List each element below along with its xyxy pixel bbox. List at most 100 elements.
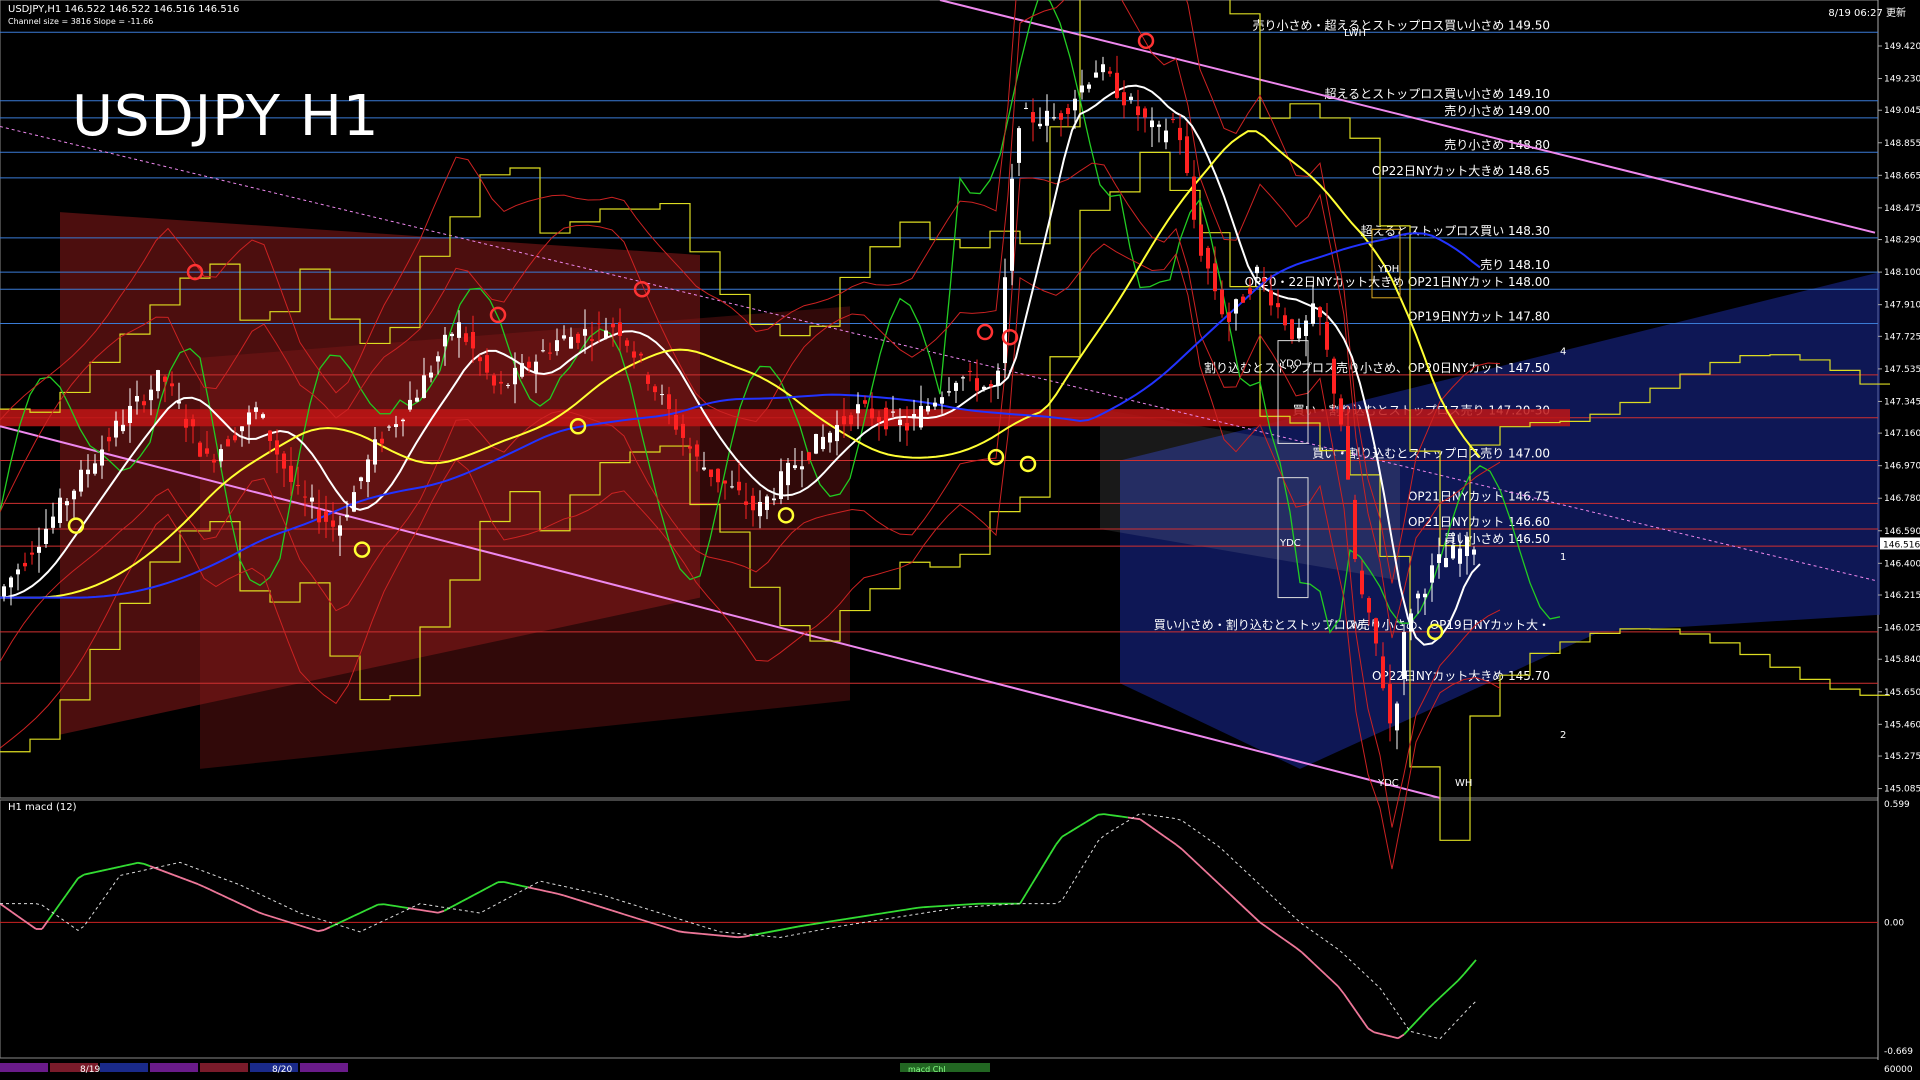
candle-body	[863, 400, 867, 404]
axis-label: 147.910	[1884, 301, 1920, 311]
candle-body	[1416, 593, 1420, 599]
candle-body	[1052, 117, 1056, 119]
candle-body	[800, 466, 804, 470]
candle-body	[1010, 178, 1014, 271]
candle-body	[1339, 398, 1343, 425]
ydc-label: YDC	[1279, 538, 1301, 549]
macd-line-segment	[839, 918, 847, 921]
macd-line-segment	[503, 881, 511, 885]
candle-body	[1283, 315, 1287, 326]
macd-line-segment	[809, 922, 817, 926]
macd-line-segment	[395, 905, 403, 908]
axis-label: 146.025	[1884, 624, 1920, 634]
level-label: OP21日NYカット 146.60	[1408, 515, 1550, 529]
price-chart[interactable]: 売り小さめ・超えるとストップロス買い小さめ 149.50 超えるとストップロス買い…	[0, 0, 1920, 1080]
candle-body	[401, 419, 405, 422]
macd-line-segment	[881, 911, 889, 915]
macd-line-segment	[815, 921, 823, 925]
update-timestamp: 8/19 06:27 更新	[1828, 8, 1906, 19]
candle-body	[1220, 289, 1224, 315]
axis-label: 146.970	[1884, 462, 1920, 472]
candle-body	[870, 408, 874, 419]
candle-body	[828, 432, 832, 443]
macd-line-segment	[701, 932, 709, 936]
current-price-label: 146.516	[1883, 540, 1920, 550]
candle-body	[1437, 554, 1441, 563]
candle-body	[996, 370, 1000, 386]
macd-line-segment	[863, 914, 871, 918]
macd-line-segment	[1115, 814, 1123, 818]
candle-body	[422, 375, 426, 398]
candle-body	[1332, 358, 1336, 394]
candle-body	[100, 449, 104, 466]
candle-body	[1143, 108, 1147, 118]
candle-body	[569, 336, 573, 349]
candle-body	[877, 416, 881, 422]
macd-line-segment	[107, 867, 115, 871]
candle-body	[674, 415, 678, 430]
candle-body	[324, 511, 328, 522]
macd-line-segment	[113, 865, 121, 869]
candle-body	[856, 404, 860, 414]
macd-line-segment	[137, 861, 145, 865]
macd-line-segment	[509, 882, 517, 886]
candle-body	[317, 509, 321, 523]
candle-body	[604, 330, 608, 339]
candle-body	[723, 480, 727, 484]
candle-body	[478, 357, 482, 362]
candle-body	[1353, 499, 1357, 560]
macd-line-segment	[683, 931, 691, 934]
candle-body	[184, 418, 188, 428]
candle-body	[667, 394, 671, 410]
macd-line-segment	[845, 917, 853, 920]
candle-body	[58, 497, 62, 523]
macd-line-segment	[401, 906, 409, 909]
candle-body	[737, 481, 741, 491]
candle-body	[898, 419, 902, 426]
candle-body	[1136, 106, 1140, 116]
macd-line-segment	[413, 908, 421, 911]
macd-line-segment	[317, 929, 325, 933]
candle-body	[492, 375, 496, 386]
candle-body	[975, 378, 979, 391]
macd-line-segment	[677, 930, 685, 934]
candle-body	[79, 469, 83, 492]
macd-line-segment	[533, 887, 541, 891]
axis-label: 149.420	[1884, 42, 1920, 52]
candle-body	[702, 467, 706, 470]
candle-body	[744, 501, 748, 505]
candle-body	[1157, 124, 1161, 127]
candle-body	[779, 471, 783, 500]
wave-label-4: 4	[1560, 346, 1566, 357]
candle-body	[415, 397, 419, 402]
macd-line-segment	[893, 909, 901, 913]
macd-line-segment	[521, 885, 529, 889]
level-label: OP19日NYカット 147.80	[1408, 309, 1550, 323]
macd-line-segment	[887, 910, 895, 914]
candle-body	[1129, 96, 1133, 100]
candle-body	[562, 335, 566, 339]
ydo-label: YDO	[1279, 358, 1302, 369]
candle-body	[1465, 536, 1469, 557]
candle-body	[1108, 71, 1112, 74]
candle-body	[387, 426, 391, 428]
macd-line-segment	[1097, 813, 1105, 816]
candle-body	[1472, 549, 1476, 555]
candle-body	[93, 463, 97, 474]
candle-body	[919, 405, 923, 428]
candle-body	[632, 351, 636, 358]
macd-line-segment	[767, 930, 775, 934]
axis-label: 147.535	[1884, 365, 1920, 375]
candle-body	[289, 465, 293, 482]
ydh-label: YDH	[1377, 264, 1399, 275]
candle-body	[135, 396, 139, 402]
candle-body	[366, 459, 370, 483]
candle-body	[527, 361, 531, 368]
macd-line-segment	[125, 863, 133, 867]
candle-body	[1059, 113, 1063, 120]
candle-body	[2, 586, 6, 597]
macd-line-segment	[419, 909, 427, 912]
trading-chart-screen: 売り小さめ・超えるとストップロス買い小さめ 149.50 超えるとストップロス買い…	[0, 0, 1920, 1080]
ydc-bottom-label: YDC	[1377, 778, 1399, 789]
candle-body	[1038, 123, 1042, 127]
